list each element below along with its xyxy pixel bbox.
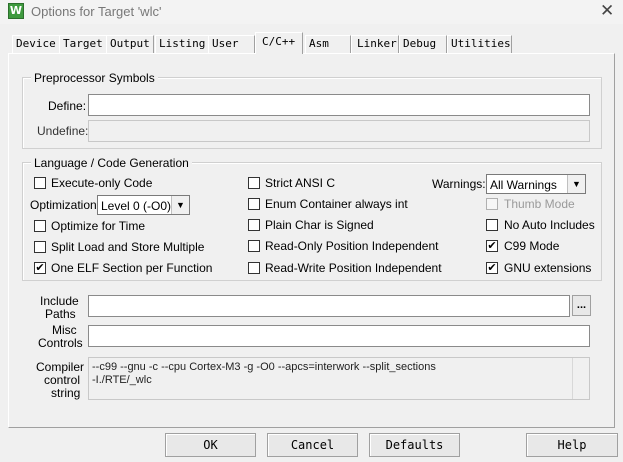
- plain-char-checkbox[interactable]: [248, 219, 260, 231]
- title-bar: W Options for Target 'wlc' ✕: [0, 0, 623, 24]
- window-title: Options for Target 'wlc': [31, 4, 162, 19]
- misc-controls-input[interactable]: [88, 325, 590, 347]
- defaults-button[interactable]: Defaults: [369, 433, 460, 457]
- undefine-label: Undefine:: [37, 124, 89, 138]
- gnu-extensions-checkbox[interactable]: ✔: [486, 262, 498, 274]
- tab-label: C/C++: [262, 35, 296, 48]
- compiler-string-line-1: --c99 --gnu -c --cpu Cortex-M3 -g -O0 --…: [92, 361, 436, 373]
- tab-linker[interactable]: Linker: [351, 35, 399, 53]
- include-paths-label-2: Paths: [45, 307, 76, 321]
- tab-listing[interactable]: Listing: [155, 35, 210, 53]
- warnings-label: Warnings:: [432, 177, 486, 191]
- one-elf-checkbox[interactable]: ✔: [34, 262, 46, 274]
- tab-label: User: [212, 37, 239, 50]
- misc-controls-label-2: Controls: [38, 336, 83, 350]
- strict-ansi-checkbox[interactable]: [248, 177, 260, 189]
- strict-ansi-label: Strict ANSI C: [265, 176, 336, 190]
- misc-controls-label-1: Misc: [52, 323, 77, 337]
- optimize-time-checkbox[interactable]: [34, 220, 46, 232]
- compiler-string-label-2: control: [44, 373, 81, 387]
- include-paths-input[interactable]: [88, 295, 570, 317]
- ro-position-checkbox[interactable]: [248, 240, 260, 252]
- execute-only-checkbox[interactable]: [34, 177, 46, 189]
- thumb-mode-checkbox[interactable]: [486, 198, 498, 210]
- split-load-label: Split Load and Store Multiple: [51, 240, 205, 254]
- warnings-value: All Warnings: [490, 178, 557, 192]
- close-icon[interactable]: ✕: [600, 1, 614, 21]
- undefine-input[interactable]: [88, 120, 590, 142]
- tab-label: Output: [110, 37, 150, 50]
- compiler-string-box[interactable]: --c99 --gnu -c --cpu Cortex-M3 -g -O0 --…: [88, 357, 590, 400]
- app-icon: W: [8, 3, 24, 19]
- tab-asm[interactable]: Asm: [305, 35, 351, 53]
- define-input[interactable]: [88, 94, 590, 116]
- no-auto-includes-checkbox[interactable]: [486, 219, 498, 231]
- tab-device[interactable]: Device: [12, 35, 60, 53]
- rw-position-checkbox[interactable]: [248, 262, 260, 274]
- tab-label: Linker: [357, 37, 397, 50]
- execute-only-label: Execute-only Code: [51, 176, 153, 190]
- tab-label: Debug: [403, 37, 437, 50]
- optimization-label: Optimization:: [30, 198, 101, 212]
- chevron-down-icon: ▼: [171, 196, 189, 214]
- split-load-checkbox[interactable]: [34, 241, 46, 253]
- ro-position-label: Read-Only Position Independent: [265, 239, 439, 253]
- enum-container-label: Enum Container always int: [265, 197, 408, 211]
- tab-label: Asm: [309, 37, 329, 50]
- tab-cc[interactable]: C/C++: [255, 32, 303, 54]
- warnings-select[interactable]: All Warnings ▼: [486, 174, 586, 194]
- cancel-button[interactable]: Cancel: [267, 433, 358, 457]
- tab-utilities[interactable]: Utilities: [447, 35, 512, 53]
- tab-label: Target: [63, 37, 103, 50]
- plain-char-label: Plain Char is Signed: [265, 218, 374, 232]
- optimization-select[interactable]: Level 0 (-O0) ▼: [97, 195, 190, 215]
- tab-label: Device: [16, 37, 56, 50]
- optimization-value: Level 0 (-O0): [101, 199, 172, 213]
- gnu-extensions-label: GNU extensions: [504, 261, 592, 275]
- tab-label: Utilities: [451, 37, 511, 50]
- define-label: Define:: [48, 99, 87, 113]
- one-elf-label: One ELF Section per Function: [51, 261, 213, 275]
- tab-debug[interactable]: Debug: [399, 35, 447, 53]
- tab-label: Listing: [159, 37, 206, 50]
- language-legend: Language / Code Generation: [31, 156, 192, 170]
- compiler-string-scrollbar[interactable]: [572, 358, 589, 399]
- preprocessor-legend: Preprocessor Symbols: [31, 71, 158, 85]
- optimize-time-label: Optimize for Time: [51, 219, 146, 233]
- compiler-string-label-3: string: [51, 386, 81, 400]
- chevron-down-icon: ▼: [567, 175, 585, 193]
- c99-mode-checkbox[interactable]: ✔: [486, 240, 498, 252]
- enum-container-checkbox[interactable]: [248, 198, 260, 210]
- thumb-mode-label: Thumb Mode: [504, 197, 575, 211]
- include-paths-label-1: Include: [40, 294, 79, 308]
- compiler-string-label-1: Compiler: [36, 360, 85, 374]
- tab-user[interactable]: User: [208, 35, 255, 53]
- tab-output[interactable]: Output: [106, 35, 154, 53]
- ok-button[interactable]: OK: [165, 433, 256, 457]
- help-button[interactable]: Help: [526, 433, 618, 457]
- compiler-string-line-2: -I./RTE/_wlc: [92, 374, 152, 386]
- no-auto-includes-label: No Auto Includes: [504, 218, 595, 232]
- rw-position-label: Read-Write Position Independent: [265, 261, 442, 275]
- include-paths-browse-button[interactable]: ...: [572, 295, 591, 316]
- tab-target[interactable]: Target: [59, 35, 107, 53]
- c99-mode-label: C99 Mode: [504, 239, 560, 253]
